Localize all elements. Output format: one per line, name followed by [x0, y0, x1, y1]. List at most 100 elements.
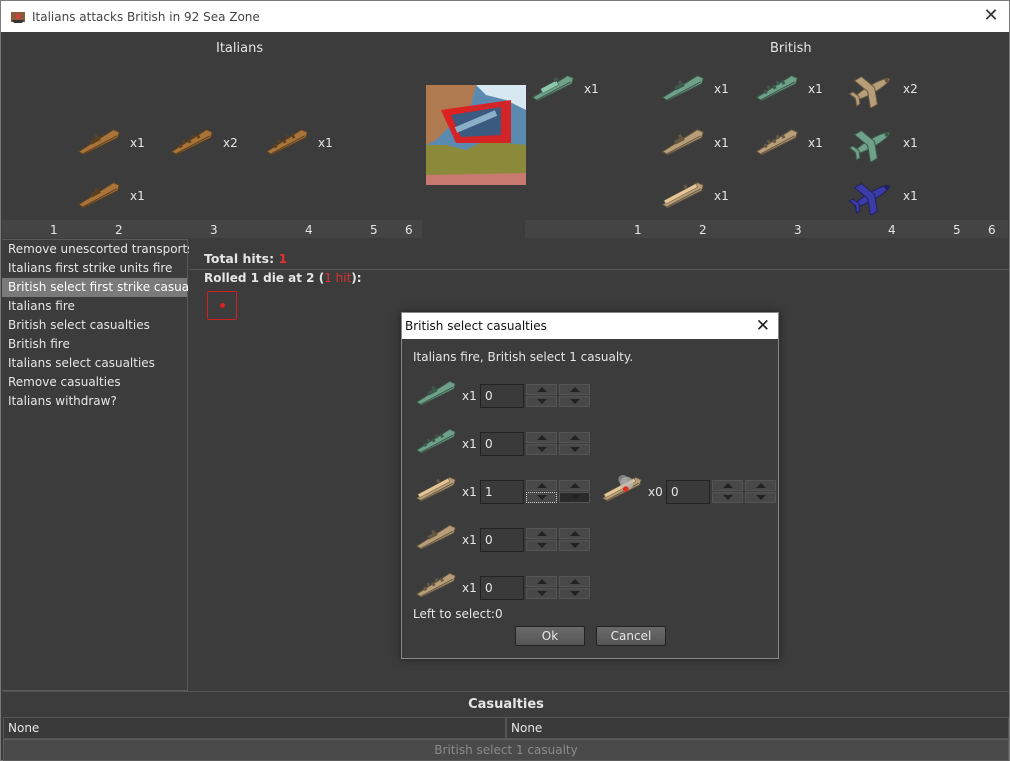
- defender-unit-transport: x1: [528, 70, 599, 108]
- dialog-title: British select casualties: [402, 313, 778, 339]
- max-button[interactable]: [559, 576, 590, 587]
- unit-count: x1: [584, 82, 599, 96]
- casualty-row: x1 0: [412, 520, 590, 559]
- defender-unit-battleship: x1: [752, 70, 823, 108]
- casualty-count-field[interactable]: 0: [480, 575, 524, 600]
- decrement-button[interactable]: [526, 444, 557, 455]
- column-number: 4: [888, 223, 896, 237]
- min-button[interactable]: [559, 588, 590, 599]
- step-item[interactable]: Italians first strike units fire: [2, 259, 187, 278]
- max-button[interactable]: [559, 480, 590, 491]
- defender-unit-fighter: x1: [847, 124, 918, 162]
- decrement-button[interactable]: [526, 588, 557, 599]
- unit-count: x1: [714, 189, 729, 203]
- destroyer-icon: [412, 520, 460, 559]
- min-button[interactable]: [745, 492, 776, 503]
- increment-button[interactable]: [526, 432, 557, 443]
- step-item[interactable]: Italians fire: [2, 297, 187, 316]
- left-to-select: Left to select:0: [413, 607, 503, 621]
- roll-hit-count: 1 hit: [324, 271, 352, 285]
- min-button[interactable]: [559, 444, 590, 455]
- step-item[interactable]: Italians withdraw?: [2, 392, 187, 411]
- destroyer-icon: [658, 124, 708, 162]
- unit-count: x1: [462, 580, 477, 595]
- casualty-count-field[interactable]: 0: [480, 527, 524, 552]
- attacker-unit-cruiser: x2: [167, 124, 238, 162]
- increment-button[interactable]: [712, 480, 743, 491]
- min-button[interactable]: [559, 396, 590, 407]
- close-icon[interactable]: ✕: [981, 6, 1001, 26]
- max-button[interactable]: [559, 528, 590, 539]
- destroyer-icon: [658, 70, 708, 108]
- step-item-selected[interactable]: British select first strike casualties: [2, 278, 214, 297]
- casualty-row: x1 1 x0 0: [412, 472, 776, 511]
- step-item[interactable]: Remove unescorted transports: [2, 240, 193, 259]
- unit-count: x1: [462, 436, 477, 451]
- casualties-title: Casualties: [3, 691, 1009, 717]
- casualty-count-field[interactable]: 0: [480, 431, 524, 456]
- decrement-button[interactable]: [526, 540, 557, 551]
- unit-count: x1: [808, 82, 823, 96]
- min-button[interactable]: [559, 492, 590, 503]
- increment-button[interactable]: [526, 384, 557, 395]
- max-button[interactable]: [745, 480, 776, 491]
- unit-count: x1: [903, 189, 918, 203]
- step-item[interactable]: British select casualties: [2, 316, 187, 335]
- ok-button[interactable]: Ok: [515, 626, 585, 646]
- total-hits-label: Total hits:: [204, 251, 275, 266]
- action-button[interactable]: British select 1 casualty: [3, 739, 1009, 761]
- unit-count: x1: [462, 484, 477, 499]
- min-button[interactable]: [559, 540, 590, 551]
- damaged-count-field[interactable]: 0: [666, 479, 710, 504]
- carrier-icon: [658, 177, 708, 215]
- cruiser-icon: [412, 568, 460, 607]
- damaged-carrier-icon: [598, 472, 646, 511]
- decrement-button[interactable]: [526, 492, 557, 503]
- unit-count: x1: [903, 136, 918, 150]
- attacker-casualties: None: [3, 717, 506, 739]
- increment-button[interactable]: [526, 480, 557, 491]
- cruiser-icon: [167, 124, 217, 162]
- step-item[interactable]: Remove casualties: [2, 373, 187, 392]
- step-item[interactable]: British fire: [2, 335, 187, 354]
- total-hits-value: 1: [278, 251, 288, 266]
- fighter-icon: [847, 177, 897, 215]
- dialog-message: Italians fire, British select 1 casualty…: [413, 350, 634, 364]
- die-icon: [207, 291, 237, 320]
- unit-count: x2: [223, 136, 238, 150]
- battle-steps-list: Remove unescorted transports Italians fi…: [2, 239, 214, 691]
- close-icon[interactable]: ✕: [756, 316, 770, 336]
- increment-button[interactable]: [526, 576, 557, 587]
- select-casualties-dialog: British select casualties ✕ Italians fir…: [401, 312, 779, 659]
- casualty-count-field[interactable]: 1: [480, 479, 524, 504]
- title-bar: Italians attacks British in 92 Sea Zone …: [1, 1, 1009, 32]
- unit-count: x1: [130, 189, 145, 203]
- column-number: 3: [794, 223, 802, 237]
- defender-unit-destroyer: x1: [658, 70, 729, 108]
- increment-button[interactable]: [526, 528, 557, 539]
- casualty-count-field[interactable]: 0: [480, 383, 524, 408]
- unit-count: x1: [130, 136, 145, 150]
- battleship-icon: [752, 70, 802, 108]
- cancel-button[interactable]: Cancel: [596, 626, 666, 646]
- cruiser-icon: [752, 124, 802, 162]
- defender-unit-fighter: x2: [847, 70, 918, 108]
- transport-icon: [528, 70, 578, 108]
- defender-column-numbers: 1 2 3 4 5 6: [2, 221, 1008, 238]
- decrement-button[interactable]: [526, 396, 557, 407]
- attacker-unit-destroyer: x1: [74, 124, 145, 162]
- unit-count: x1: [714, 82, 729, 96]
- destroyer-icon: [74, 124, 124, 162]
- battle-board: Italians British x1 x2 x1 x1 x1 x1 x1 x2…: [2, 32, 1008, 239]
- column-number: 2: [699, 223, 707, 237]
- step-item[interactable]: Italians select casualties: [2, 354, 187, 373]
- max-button[interactable]: [559, 384, 590, 395]
- app-icon: [11, 11, 25, 23]
- attacker-unit-battleship: x1: [262, 124, 333, 162]
- defender-casualties: None: [506, 717, 1009, 739]
- fighter-icon: [847, 70, 897, 108]
- destroyer-icon: [74, 177, 124, 215]
- column-number: 6: [988, 223, 996, 237]
- decrement-button[interactable]: [712, 492, 743, 503]
- max-button[interactable]: [559, 432, 590, 443]
